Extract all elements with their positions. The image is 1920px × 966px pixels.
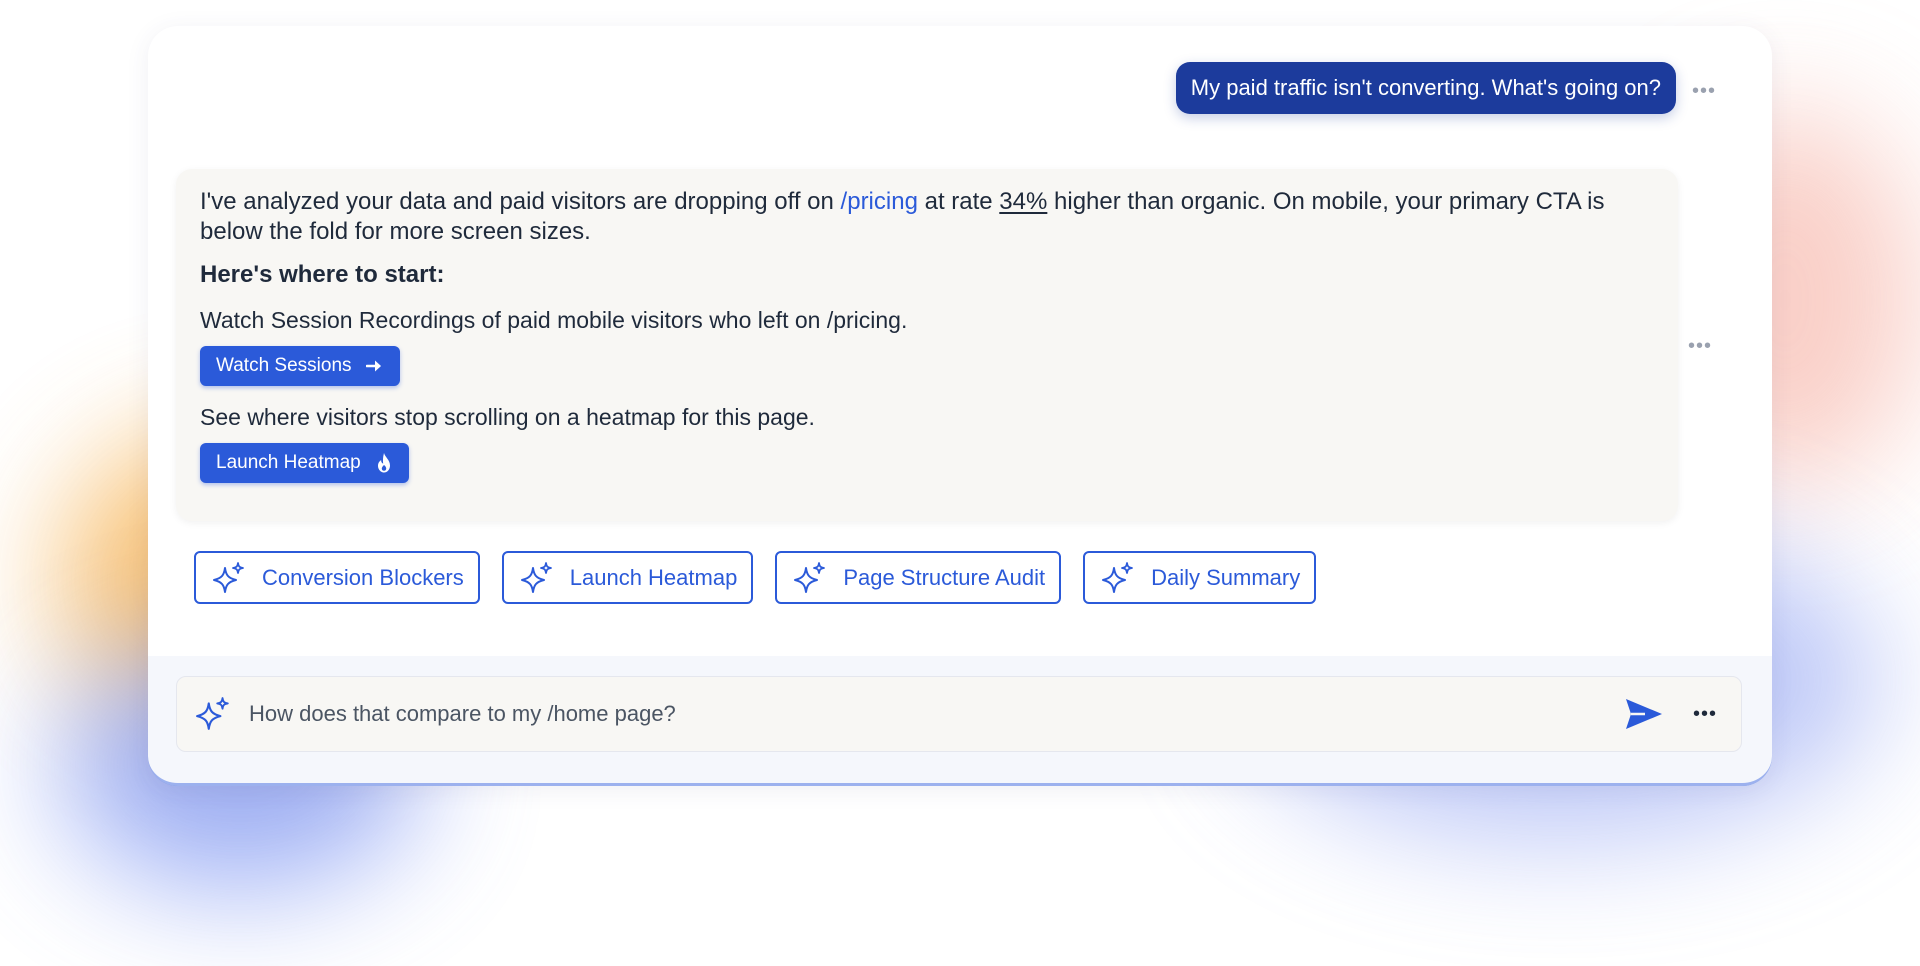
message-input[interactable] xyxy=(249,694,1625,734)
sparkles-icon xyxy=(1102,561,1134,593)
sparkles-icon xyxy=(520,561,552,593)
dropoff-stat: 34% xyxy=(999,188,1048,215)
send-button[interactable] xyxy=(1625,697,1663,731)
user-message-bubble: My paid traffic isn't converting. What's… xyxy=(1175,62,1676,114)
intro-text: I've analyzed your data and paid visitor… xyxy=(200,188,841,215)
watch-sessions-button[interactable]: Watch Sessions xyxy=(200,346,400,386)
sparkles-icon xyxy=(196,697,229,730)
suggestion-chip-label: Page Structure Audit xyxy=(843,564,1046,590)
arrow-right-icon xyxy=(365,360,381,372)
assistant-subheading: Here's where to start: xyxy=(200,261,445,288)
launch-heatmap-button[interactable]: Launch Heatmap xyxy=(200,443,409,483)
flame-icon xyxy=(377,453,390,473)
suggestion-chip-label: Launch Heatmap xyxy=(569,564,738,590)
intro-text: at rate xyxy=(917,188,1000,215)
suggestion-chip-page-structure-audit[interactable]: Page Structure Audit xyxy=(775,551,1062,604)
suggestion-chip-daily-summary[interactable]: Daily Summary xyxy=(1083,551,1317,604)
launch-heatmap-label: Launch Heatmap xyxy=(216,452,361,473)
user-message-row: My paid traffic isn't converting. What's… xyxy=(1175,62,1715,114)
more-horizontal-icon[interactable]: ••• xyxy=(1688,336,1712,356)
step-text-heatmap: See where visitors stop scrolling on a h… xyxy=(200,404,815,430)
message-composer: ••• xyxy=(176,676,1742,752)
more-horizontal-icon[interactable]: ••• xyxy=(1693,704,1717,724)
watch-sessions-label: Watch Sessions xyxy=(216,355,352,376)
suggestion-chips: Conversion Blockers Launch Heatmap Page … xyxy=(194,551,1317,604)
stage: My paid traffic isn't converting. What's… xyxy=(0,0,1920,966)
suggestion-chip-launch-heatmap[interactable]: Launch Heatmap xyxy=(501,551,754,604)
chat-panel: My paid traffic isn't converting. What's… xyxy=(148,26,1772,786)
suggestion-chip-conversion-blockers[interactable]: Conversion Blockers xyxy=(194,551,480,604)
assistant-message-card: I've analyzed your data and paid visitor… xyxy=(176,169,1678,521)
sparkles-icon xyxy=(213,561,244,593)
suggestion-chip-label: Conversion Blockers xyxy=(262,564,464,590)
send-icon xyxy=(1625,699,1662,729)
pricing-page-link[interactable]: /pricing xyxy=(841,188,918,215)
more-horizontal-icon[interactable]: ••• xyxy=(1692,81,1716,101)
step-text-sessions: Watch Session Recordings of paid mobile … xyxy=(200,307,908,333)
sparkles-icon xyxy=(794,561,826,593)
suggestion-chip-label: Daily Summary xyxy=(1151,564,1301,590)
assistant-intro: I've analyzed your data and paid visitor… xyxy=(200,187,1654,247)
